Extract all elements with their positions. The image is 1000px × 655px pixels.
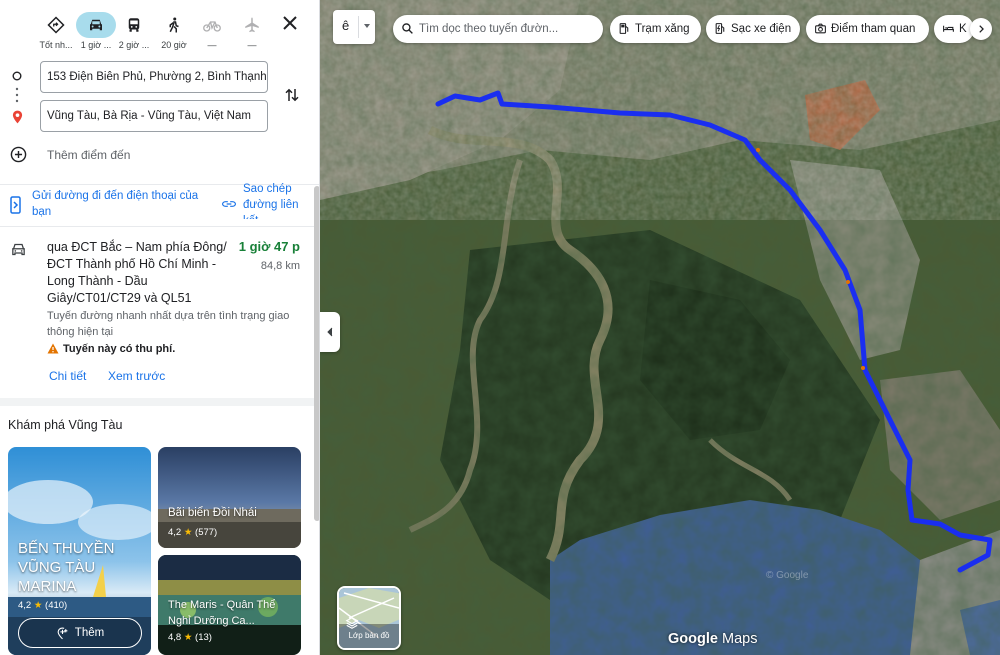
mode-driving[interactable]: 1 giờ ... xyxy=(76,12,116,50)
map-menu-button[interactable]: ê xyxy=(333,10,375,44)
close-icon xyxy=(283,16,297,30)
mode-walking[interactable]: 20 giờ xyxy=(154,12,194,50)
car-icon xyxy=(12,243,25,256)
ev-charging-icon xyxy=(715,23,725,34)
search-icon xyxy=(402,23,413,34)
chevron-left-icon xyxy=(327,327,333,337)
warning-icon xyxy=(47,343,59,354)
layers-button[interactable]: Lớp bản đồ xyxy=(337,586,401,650)
section-divider xyxy=(0,398,319,406)
dropdown-arrow-icon xyxy=(364,24,370,28)
link-icon xyxy=(222,201,236,207)
route-description: Tuyến đường nhanh nhất dựa trên tình trạ… xyxy=(47,310,290,338)
route-preview-button[interactable]: Xem trước xyxy=(108,369,165,383)
origin-field[interactable]: 153 Điện Biên Phủ, Phường 2, Bình Thạnh, xyxy=(40,61,268,93)
gas-station-icon xyxy=(619,23,629,34)
mode-transit[interactable]: 2 giờ ... xyxy=(114,12,154,50)
map-watermark: © Google xyxy=(766,570,809,581)
collapse-panel-button[interactable] xyxy=(320,312,340,352)
mode-flight[interactable]: — xyxy=(232,12,272,50)
swap-vertical-icon xyxy=(285,88,299,102)
directions-diamond-icon xyxy=(47,16,65,34)
origin-circle-icon xyxy=(12,71,22,81)
satellite-imagery xyxy=(320,0,1000,655)
mode-cycling[interactable]: — xyxy=(192,12,232,50)
route-details-button[interactable]: Chi tiết xyxy=(49,369,86,383)
map-view[interactable] xyxy=(320,0,1000,655)
add-circle-icon xyxy=(10,146,27,163)
route-distance: 84,8 km xyxy=(260,260,300,272)
panel-scrollbar[interactable] xyxy=(314,186,319,521)
close-directions-button[interactable] xyxy=(279,12,301,34)
layers-icon xyxy=(345,617,359,629)
car-icon xyxy=(90,19,102,31)
toll-warning: Tuyến này có thu phí. xyxy=(47,343,175,355)
star-icon: ★ xyxy=(183,527,193,538)
chips-next-button[interactable] xyxy=(970,18,992,40)
chip-ev-charging[interactable]: Sạc xe điện xyxy=(706,15,800,43)
bus-icon xyxy=(128,18,140,32)
destination-pin-icon xyxy=(12,110,23,124)
bicycle-icon xyxy=(203,21,221,32)
route-search-input[interactable]: Tìm dọc theo tuyến đườn... xyxy=(393,15,603,43)
star-icon: ★ xyxy=(33,600,43,611)
place-card[interactable]: Bãi biển Đồi Nhái 4,2 ★ (577) xyxy=(158,447,301,548)
chevron-right-icon xyxy=(979,25,984,33)
google-maps-logo: Google Maps xyxy=(668,631,758,647)
place-card[interactable]: The Maris - Quân Thể Nghỉ Dưỡng Ca... 4,… xyxy=(158,555,301,655)
mode-best[interactable]: Tốt nh... xyxy=(36,12,76,50)
destination-field[interactable]: Vũng Tàu, Bà Rịa - Vũng Tàu, Việt Nam xyxy=(40,100,268,132)
star-icon: ★ xyxy=(183,632,193,643)
route-duration: 1 giờ 47 p xyxy=(238,239,300,254)
route-dots-icon xyxy=(15,87,19,103)
travel-mode-bar: Tốt nh... 1 giờ ... 2 giờ ... 20 giờ — — xyxy=(30,8,309,54)
chip-attractions[interactable]: Điểm tham quan xyxy=(806,15,929,43)
more-button[interactable]: Thêm xyxy=(18,618,142,648)
bed-icon xyxy=(943,25,954,32)
airplane-icon xyxy=(245,17,259,33)
camera-icon xyxy=(815,23,826,34)
route-via: qua ĐCT Bắc – Nam phía Đông/ĐCT Thành ph… xyxy=(47,240,227,305)
chip-gas-stations[interactable]: Trạm xăng xyxy=(610,15,701,43)
chip-hotels[interactable]: K xyxy=(934,15,974,43)
swap-origin-destination-button[interactable] xyxy=(283,86,301,104)
route-option[interactable]: qua ĐCT Bắc – Nam phía Đông/ĐCT Thành ph… xyxy=(0,226,319,398)
add-place-icon xyxy=(57,627,68,639)
directions-panel: Tốt nh... 1 giờ ... 2 giờ ... 20 giờ — —… xyxy=(0,0,320,655)
phone-send-icon xyxy=(10,196,21,214)
explore-title: Khám phá Vũng Tàu xyxy=(8,418,123,432)
walking-icon xyxy=(169,17,179,33)
